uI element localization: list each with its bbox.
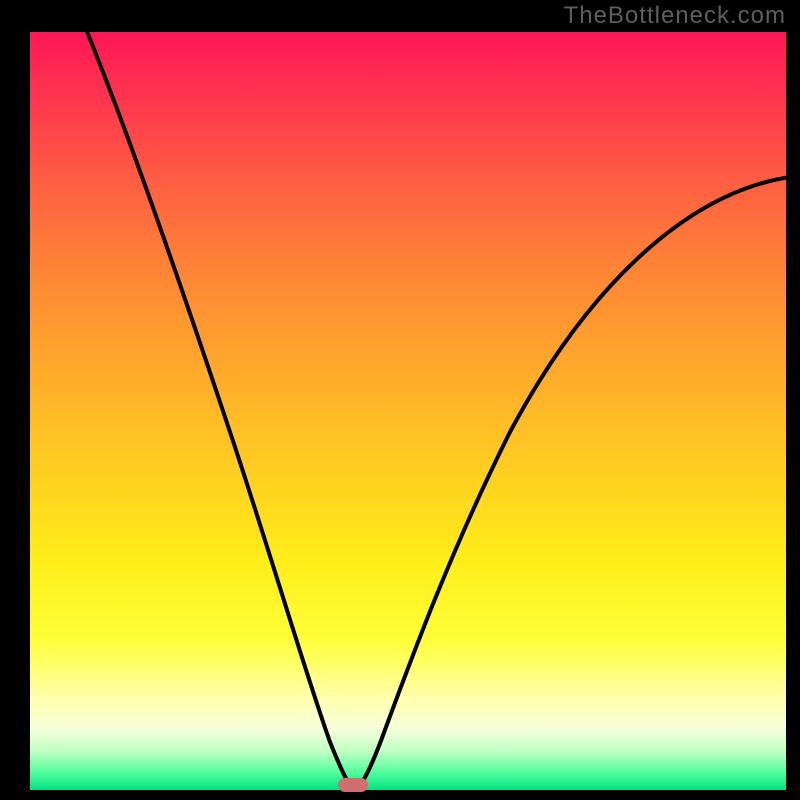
right-border [786,0,800,800]
watermark-text: TheBottleneck.com [564,2,786,30]
left-border [0,0,30,800]
bottom-border [0,790,800,800]
optimum-marker [338,778,368,792]
bottleneck-curve-svg [30,32,786,790]
bottleneck-curve [83,32,786,787]
